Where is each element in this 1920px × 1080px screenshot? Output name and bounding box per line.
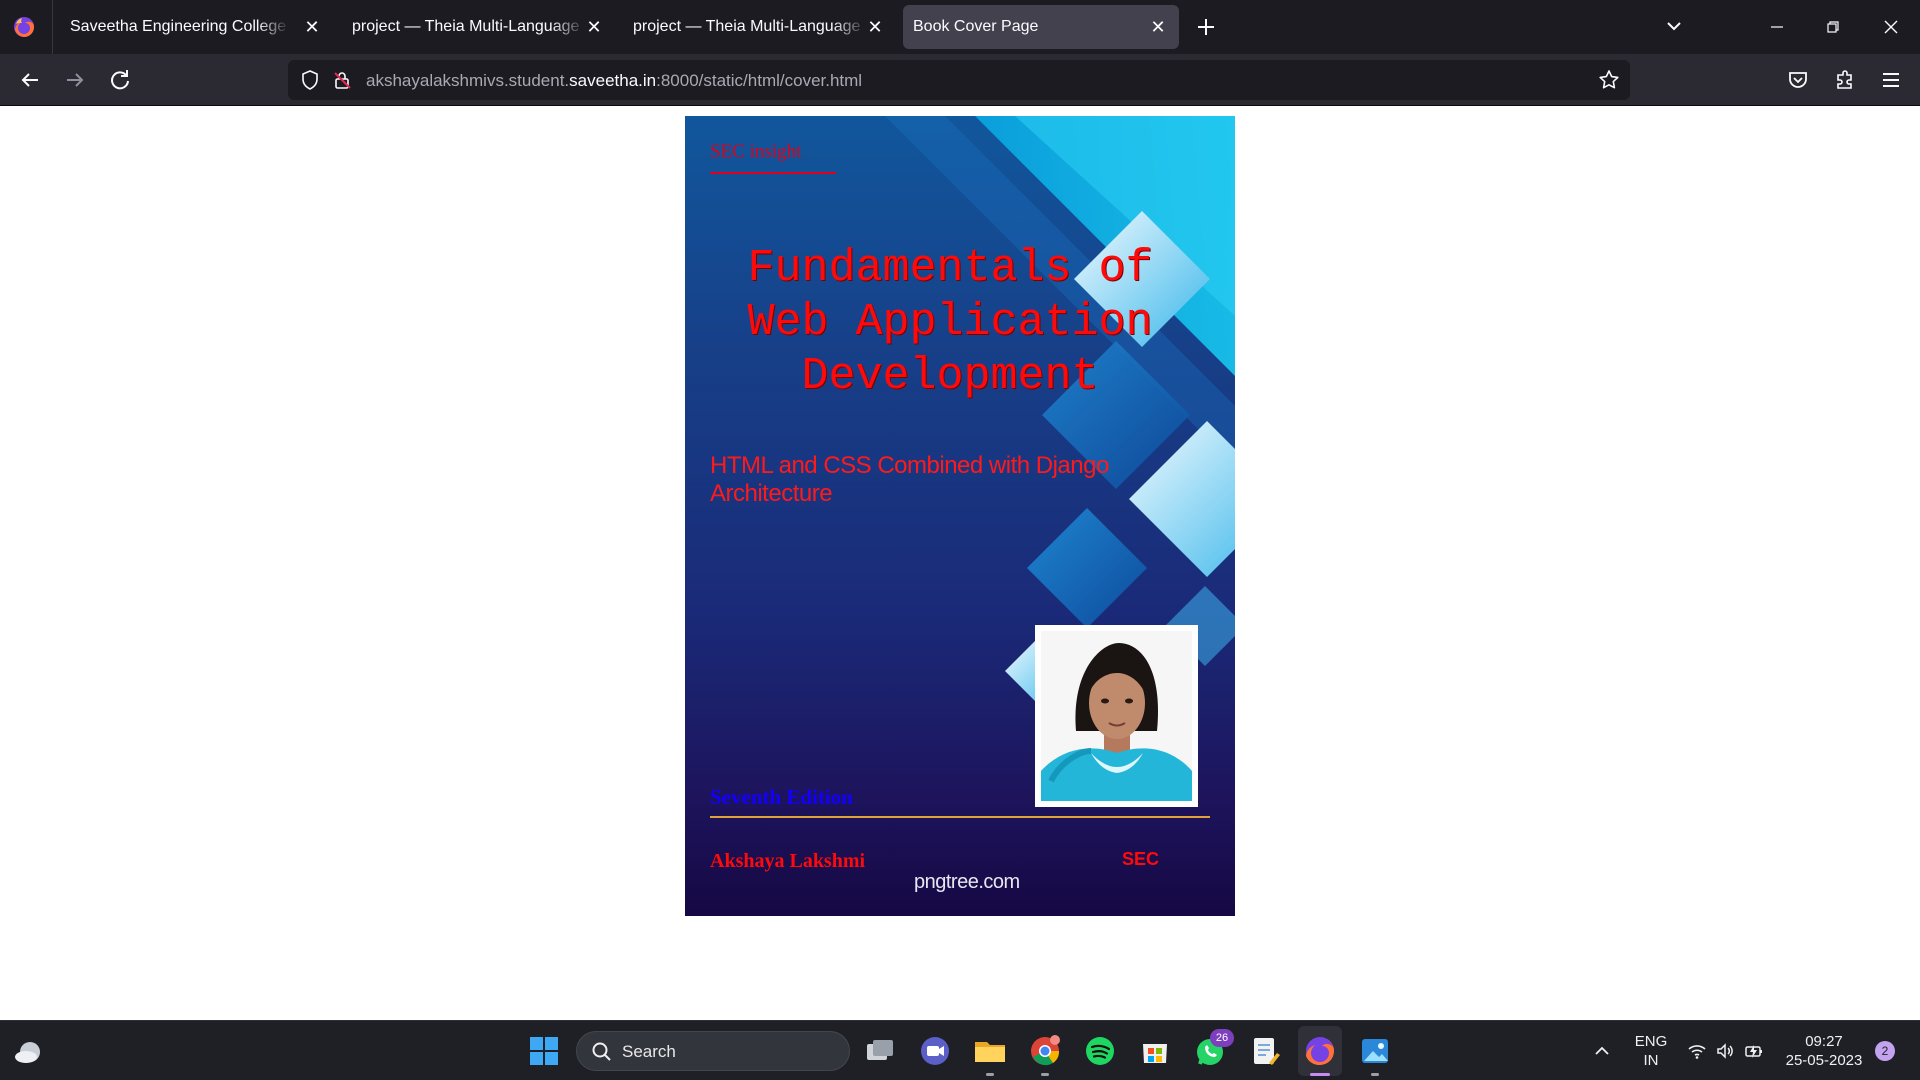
new-tab-plus-icon[interactable]	[1193, 14, 1219, 40]
tab-book-cover[interactable]: Book Cover Page ✕	[903, 5, 1179, 49]
address-bar[interactable]: akshayalakshmivs.student.saveetha.in:800…	[288, 60, 1630, 100]
language-code: ENG	[1634, 1033, 1668, 1050]
teams-chat-icon[interactable]	[917, 1033, 953, 1069]
photos-icon[interactable]	[1357, 1033, 1393, 1069]
windows-start-icon[interactable]	[526, 1033, 562, 1069]
input-language-indicator[interactable]: ENG IN	[1628, 1032, 1674, 1070]
tab-title: project — Theia Multi-Language Explorer	[352, 18, 586, 35]
active-indicator	[1310, 1073, 1330, 1076]
tab-separator	[52, 0, 53, 54]
bookmark-star-icon[interactable]	[1598, 69, 1620, 91]
whatsapp-unread-badge: 26	[1210, 1029, 1234, 1047]
app-menu-hamburger-icon[interactable]	[1877, 66, 1905, 94]
show-hidden-icons-chevron-up-icon[interactable]	[1592, 1041, 1612, 1061]
book-cover: SEC insight Fundamentals of Web Applicat…	[685, 116, 1235, 916]
tab-close-icon[interactable]: ✕	[301, 16, 323, 38]
clock-date: 25-05-2023	[1785, 1052, 1863, 1069]
notification-count-badge[interactable]: 2	[1875, 1041, 1895, 1061]
series-underline	[710, 172, 836, 174]
notepad-icon[interactable]	[1247, 1033, 1283, 1069]
microsoft-store-icon[interactable]	[1137, 1033, 1173, 1069]
windows-taskbar: Search 26 ENG IN 09:27 25-05-2023 2	[0, 1020, 1920, 1080]
region-code: IN	[1643, 1052, 1659, 1069]
tracking-shield-icon[interactable]	[299, 69, 321, 91]
restore-icon[interactable]	[1820, 14, 1846, 40]
search-icon	[592, 1042, 611, 1061]
tab-theia-2[interactable]: project — Theia Multi-Language Explorer …	[617, 5, 893, 49]
task-view-icon[interactable]	[862, 1033, 898, 1069]
url-path: :8000/static/html/cover.html	[656, 71, 863, 90]
taskbar-search-box[interactable]: Search	[576, 1031, 850, 1071]
volume-icon[interactable]	[1715, 1041, 1735, 1061]
firefox-taskbar-icon[interactable]	[1302, 1033, 1338, 1069]
pngtree-watermark: pngtree.com	[914, 871, 1020, 893]
weather-cloud-icon[interactable]	[14, 1039, 44, 1065]
running-indicator	[986, 1073, 994, 1076]
publisher-name: SEC	[1122, 849, 1160, 869]
firefox-menu-icon[interactable]	[12, 15, 36, 39]
chrome-icon[interactable]	[1027, 1033, 1063, 1069]
battery-charging-icon[interactable]	[1744, 1041, 1764, 1061]
tab-close-icon[interactable]: ✕	[1147, 16, 1169, 38]
back-arrow-icon[interactable]	[16, 66, 44, 94]
url-prefix: akshayalakshmivs.student.	[366, 71, 570, 90]
tab-saveetha[interactable]: Saveetha Engineering College ✕	[54, 5, 330, 49]
book-title: Fundamentals of Web Application Developm…	[747, 243, 1153, 402]
tab-close-icon[interactable]: ✕	[583, 16, 605, 38]
minimize-icon[interactable]	[1764, 14, 1790, 40]
edition-label: Seventh Edition	[710, 785, 853, 809]
navigation-toolbar: akshayalakshmivs.student.saveetha.in:800…	[0, 54, 1920, 106]
url-text[interactable]: akshayalakshmivs.student.saveetha.in:800…	[366, 71, 862, 91]
reload-icon[interactable]	[106, 66, 134, 94]
author-photo	[1035, 625, 1198, 807]
tab-strip: Saveetha Engineering College ✕ project —…	[0, 0, 1920, 54]
search-label: Search	[622, 1042, 676, 1061]
tab-title: Saveetha Engineering College	[70, 18, 287, 35]
tab-close-icon[interactable]: ✕	[864, 16, 886, 38]
spotify-icon[interactable]	[1082, 1033, 1118, 1069]
running-indicator	[1041, 1073, 1049, 1076]
author-name: Akshaya Lakshmi	[710, 850, 866, 872]
edition-rule	[710, 816, 1210, 818]
tab-title: project — Theia Multi-Language Explorer	[633, 18, 867, 35]
forward-arrow-icon[interactable]	[61, 66, 89, 94]
file-explorer-icon[interactable]	[972, 1033, 1008, 1069]
pocket-icon[interactable]	[1784, 66, 1812, 94]
wifi-icon[interactable]	[1687, 1041, 1707, 1061]
author-portrait-image	[1041, 631, 1192, 801]
tab-title: Book Cover Page	[913, 18, 1039, 35]
window-close-icon[interactable]	[1878, 14, 1904, 40]
series-label: SEC insight	[710, 141, 802, 162]
clock-time: 09:27	[1805, 1033, 1843, 1050]
extensions-puzzle-icon[interactable]	[1831, 66, 1859, 94]
list-all-tabs-chevron-down-icon[interactable]	[1664, 16, 1684, 36]
book-subtitle: HTML and CSS Combined with Django Archit…	[710, 452, 1109, 507]
tab-theia-1[interactable]: project — Theia Multi-Language Explorer …	[336, 5, 612, 49]
url-host: saveetha.in	[569, 71, 657, 90]
running-indicator	[1371, 1073, 1379, 1076]
insecure-lock-icon[interactable]	[331, 69, 353, 91]
clock[interactable]: 09:27 25-05-2023	[1778, 1032, 1870, 1070]
